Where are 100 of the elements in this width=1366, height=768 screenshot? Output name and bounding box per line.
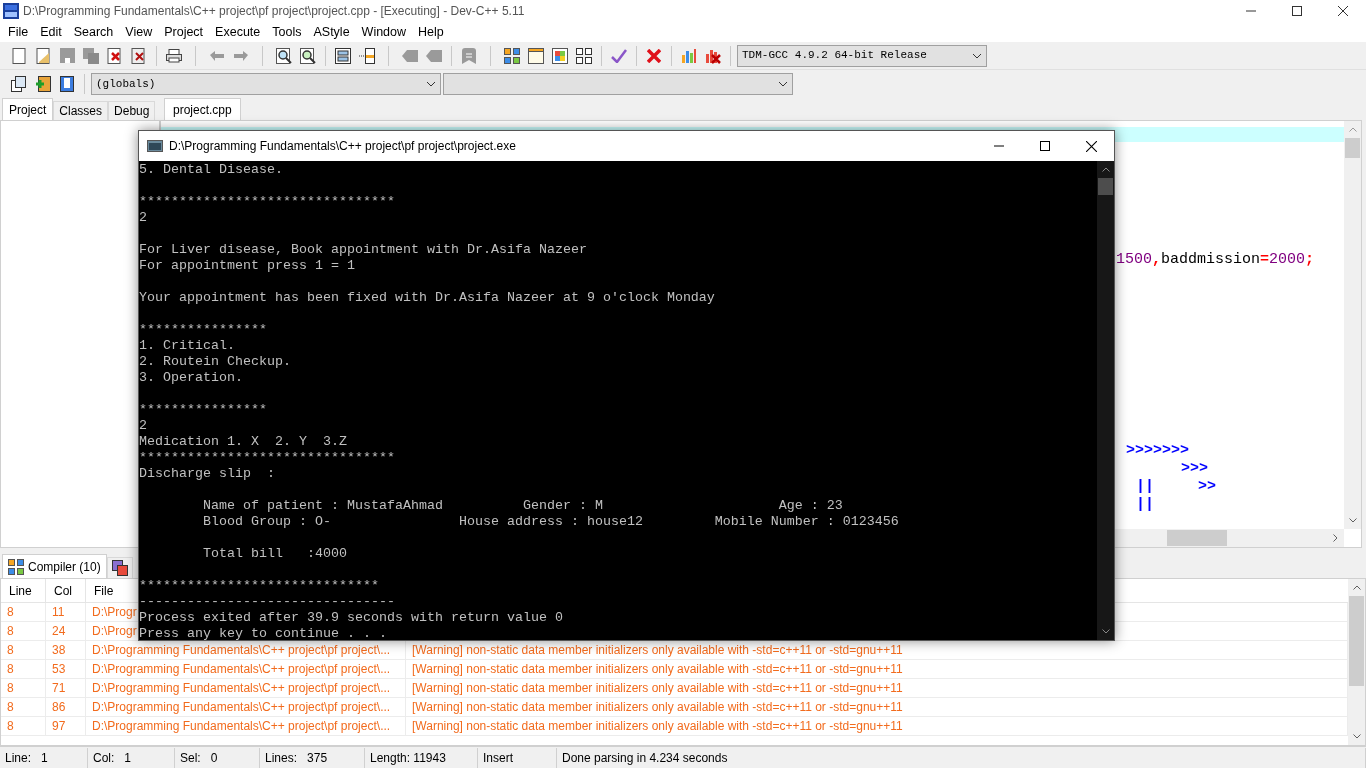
console-line: Press any key to continue . . . bbox=[139, 626, 388, 640]
status-value: 375 bbox=[307, 749, 328, 767]
table-cell-text: D:\Programming Fundamentals\C++ project\pf project\... bbox=[92, 699, 391, 716]
menu-item[interactable]: Tools bbox=[266, 22, 308, 42]
console-line: 1. Critical. bbox=[139, 338, 236, 354]
table-cell-text: 8 bbox=[7, 680, 14, 697]
table-cell-text: D:\Programming Fundamentals\C++ project\pf project\... bbox=[92, 680, 391, 697]
console-line: Medication 1. X 2. Y 3.Z bbox=[139, 434, 348, 450]
status-label: Done parsing in 4.234 seconds bbox=[562, 749, 728, 767]
close-icon bbox=[1085, 140, 1097, 152]
menu-item[interactable]: File bbox=[2, 22, 35, 42]
menu-item[interactable]: View bbox=[119, 22, 159, 42]
table-cell-text: 8 bbox=[7, 699, 14, 716]
compiler-icon bbox=[8, 558, 24, 575]
table-cell-text: [Warning] non-static data member initializers only available with -std=c++11 or -std=gnu++11 bbox=[412, 699, 903, 716]
vertical-scrollbar[interactable] bbox=[1097, 161, 1114, 640]
code-text: 1500,baddmission=2000; bbox=[1116, 251, 1315, 269]
console-line: Name of patient : MustafaAhmad Gender : M Age : 23 bbox=[202, 498, 844, 514]
column-header[interactable]: Col bbox=[54, 581, 72, 600]
scope-dropdown[interactable]: (globals) bbox=[91, 73, 441, 95]
code-text: >>> bbox=[1181, 460, 1208, 478]
table-cell-text: D:\Progr bbox=[92, 623, 137, 640]
scroll-down-icon[interactable] bbox=[1352, 734, 1361, 739]
column-header[interactable]: Line bbox=[9, 581, 32, 600]
console-line: 2. Routein Checkup. bbox=[139, 354, 292, 370]
console-line: Discharge slip : bbox=[139, 466, 276, 482]
code-text: || bbox=[1136, 478, 1154, 496]
vertical-scrollbar[interactable] bbox=[1348, 579, 1365, 745]
status-value: 1 bbox=[41, 749, 48, 767]
menu-item[interactable]: Search bbox=[67, 22, 120, 42]
table-cell-text: [Warning] non-static data member initializers only available with -std=c++11 or -std=gnu++11 bbox=[412, 718, 903, 735]
console-line: ******************************** bbox=[139, 450, 396, 466]
panel-tab[interactable]: Project bbox=[2, 98, 54, 120]
panel-tab[interactable]: Debug bbox=[108, 101, 156, 120]
menu-item[interactable]: Project bbox=[158, 22, 210, 42]
console-line: Your appointment has been fixed with Dr.Asifa Nazeer at 9 o'clock Monday bbox=[139, 290, 716, 306]
table-cell-text: 53 bbox=[52, 661, 66, 678]
console-line: ****************************** bbox=[139, 578, 380, 594]
console-line: **************** bbox=[139, 322, 268, 338]
console-line: Process exited after 39.9 seconds with return value 0 bbox=[139, 610, 564, 626]
status-value: 0 bbox=[210, 749, 218, 767]
scope-value: (globals) bbox=[96, 76, 157, 92]
scroll-right-icon[interactable] bbox=[1333, 534, 1338, 542]
app-icon bbox=[3, 3, 19, 19]
scroll-up-icon[interactable] bbox=[1101, 167, 1110, 172]
compiler-dropdown[interactable]: TDM-GCC 4.9.2 64-bit Release bbox=[737, 44, 987, 67]
vertical-scrollbar[interactable] bbox=[1344, 121, 1361, 529]
panel-tab[interactable] bbox=[106, 557, 133, 578]
table-cell-text: 86 bbox=[52, 699, 66, 716]
console-icon bbox=[147, 140, 163, 152]
close-icon bbox=[1338, 6, 1348, 16]
menu-item[interactable]: Window bbox=[355, 22, 413, 42]
table-cell-text: [Warning] non-static data member initializers only available with -std=c++11 or -std=gnu++11 bbox=[412, 661, 903, 678]
scroll-down-icon[interactable] bbox=[1348, 518, 1357, 523]
status-label: Length: 11943 bbox=[370, 749, 446, 767]
menu-item[interactable]: Help bbox=[412, 22, 450, 42]
console-line: 2 bbox=[139, 210, 148, 226]
column-header[interactable]: File bbox=[94, 581, 114, 600]
table-cell-text: [Warning] non-static data member initializers only available with -std=c++11 or -std=gnu++11 bbox=[412, 680, 903, 697]
table-cell-text: D:\Progr bbox=[92, 604, 137, 621]
scrollbar-thumb[interactable] bbox=[1349, 596, 1364, 686]
console-line: -------------------------------- bbox=[139, 594, 396, 610]
table-cell-text: 24 bbox=[52, 623, 66, 640]
scrollbar-thumb[interactable] bbox=[1345, 138, 1360, 158]
table-cell-text: 71 bbox=[52, 680, 66, 697]
table-cell-text: D:\Programming Fundamentals\C++ project\pf project\... bbox=[92, 661, 391, 678]
table-cell-text: 97 bbox=[52, 718, 66, 735]
status-label: Lines: bbox=[265, 749, 298, 767]
compiler-name: TDM-GCC 4.9.2 64-bit Release bbox=[742, 48, 928, 64]
scrollbar-thumb[interactable] bbox=[1167, 530, 1227, 546]
status-label: Line: bbox=[5, 749, 32, 767]
file-tab[interactable]: project.cpp bbox=[164, 98, 241, 120]
menu-item[interactable]: Edit bbox=[34, 22, 68, 42]
console-line: ******************************** bbox=[139, 194, 396, 210]
console-line: For Liver disease, Book appointment with Dr.Asifa Nazeer bbox=[139, 242, 588, 258]
console-line: **************** bbox=[139, 402, 268, 418]
status-label: Insert bbox=[483, 749, 513, 767]
panel-tab[interactable]: Classes bbox=[53, 101, 109, 120]
scroll-up-icon[interactable] bbox=[1352, 585, 1361, 590]
code-text: >> bbox=[1198, 478, 1216, 496]
table-cell-text: 8 bbox=[7, 623, 14, 640]
status-label: Col: bbox=[93, 749, 115, 767]
table-cell-text: 38 bbox=[52, 642, 66, 659]
console-line: 5. Dental Disease. bbox=[139, 162, 284, 178]
console-line: 3. Operation. bbox=[139, 370, 244, 386]
menu-item[interactable]: Execute bbox=[209, 22, 267, 42]
table-cell-text: [Warning] non-static data member initializers only available with -std=c++11 or -std=gnu++11 bbox=[412, 642, 903, 659]
panel-tab[interactable]: Compiler (10) bbox=[2, 554, 107, 578]
code-text: >>>>>>> bbox=[1126, 442, 1189, 460]
status-label: Sel: bbox=[180, 749, 201, 767]
menu-item[interactable]: AStyle bbox=[307, 22, 356, 42]
code-text: || bbox=[1136, 496, 1154, 514]
console-line: For appointment press 1 = 1 bbox=[139, 258, 356, 274]
table-cell-text: 8 bbox=[7, 661, 14, 678]
console-line: Blood Group : O- House address : house12 Mobile Number : 0123456 bbox=[202, 514, 900, 530]
scroll-down-icon[interactable] bbox=[1101, 629, 1110, 634]
table-cell-text: D:\Programming Fundamentals\C++ project\pf project\... bbox=[92, 642, 391, 659]
scrollbar-thumb[interactable] bbox=[1098, 178, 1113, 195]
table-cell-text: 8 bbox=[7, 642, 14, 659]
table-cell-text: 8 bbox=[7, 718, 14, 735]
